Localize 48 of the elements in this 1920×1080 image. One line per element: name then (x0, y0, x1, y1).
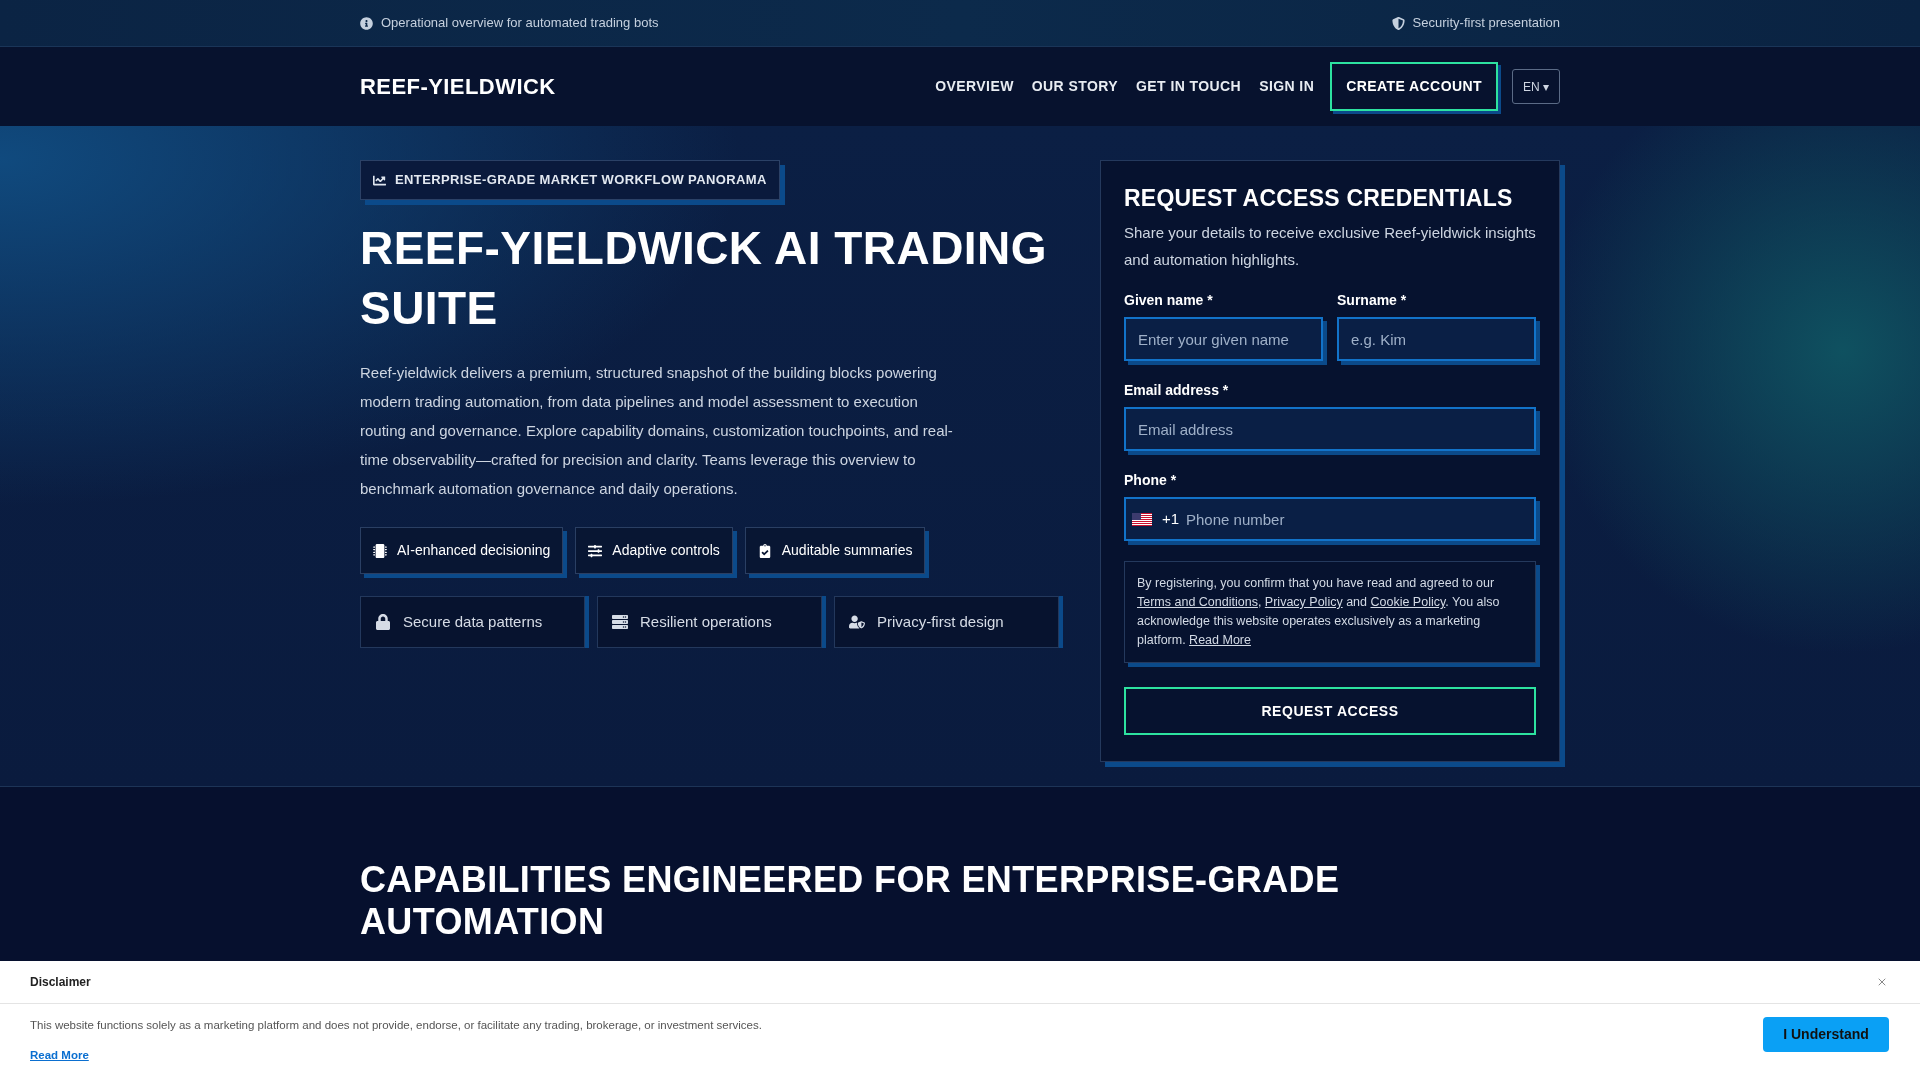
nav-link[interactable]: OUR STORY (1031, 76, 1119, 97)
language-button[interactable]: EN ▾ (1512, 69, 1560, 104)
form-title: REQUEST ACCESS CREDENTIALS (1124, 184, 1513, 213)
server-icon (612, 614, 628, 630)
disclaimer-title: Disclaimer (30, 974, 91, 991)
badge-text: ENTERPRISE-GRADE MARKET WORKFLOW PANORAMA (395, 171, 767, 190)
line-chart-icon (373, 173, 386, 187)
understand-button[interactable]: I Understand (1763, 1017, 1889, 1052)
policy-link[interactable]: Privacy Policy (1264, 595, 1343, 609)
country-code-button[interactable]: +1 (1132, 508, 1180, 530)
text-input[interactable]: e.g. Kim (1337, 317, 1536, 361)
nav-link[interactable]: SIGN IN (1259, 76, 1315, 97)
field-label: Email address * (1124, 381, 1229, 399)
read-more-link[interactable]: Read More (30, 1047, 89, 1065)
disclaimer-text: This website functions solely as a marketing platform and does not provide, endorse, or facilitate any trading, brokerage, or investment services. (30, 1018, 762, 1033)
cpu-chip-icon (373, 543, 387, 558)
user-shield-icon (849, 614, 865, 630)
feature-label: Adaptive controls (612, 541, 720, 560)
form-subtitle: Share your details to receive exclusive Reef-yieldwick insights and automation highlights. (1124, 223, 1536, 270)
request-access-button[interactable]: REQUEST ACCESS (1124, 687, 1536, 735)
security-text: Security-first presentation (1412, 14, 1560, 33)
nav-link[interactable]: OVERVIEW (935, 76, 1014, 97)
clipboard-check-icon (757, 543, 772, 558)
info-icon (360, 16, 373, 30)
field-label: Phone * (1124, 471, 1177, 489)
field-label: Surname * (1337, 291, 1407, 309)
assurance-label: Resilient operations (640, 611, 772, 632)
close-icon (1876, 976, 1888, 988)
policy-link[interactable]: Terms and Conditions (1137, 595, 1258, 609)
email-input[interactable]: Email address (1124, 407, 1536, 451)
feature-label: Auditable summaries (781, 541, 913, 560)
hero-title: REEF-YIELDWICK AI TRADING SUITE (360, 221, 1048, 336)
field-label: Given name * (1124, 291, 1213, 309)
hero-description: Reef-yieldwick delivers a premium, structured snapshot of the building blocks powering modern trading automation, from data pipelines and model assessment to execution routing and governance. Explore capability domains, customization touchpoints, and real-time observability—crafted for precision and clarity. Teams leverage this overview to benchmark automation governance and daily operations. (360, 363, 954, 499)
capabilities-heading: CAPABILITIES ENGINEERED FOR ENTERPRISE-GRADE AUTOMATION (360, 859, 1341, 943)
lock-icon (375, 614, 391, 630)
nav-link[interactable]: GET IN TOUCH (1136, 76, 1242, 97)
feature-label: AI-enhanced decisioning (397, 541, 551, 560)
assurance-label: Privacy-first design (877, 611, 1004, 632)
text-input[interactable]: Enter your given name (1124, 317, 1323, 361)
policy-link[interactable]: Read More (1189, 633, 1251, 647)
create-account-button[interactable]: CREATE ACCOUNT (1330, 62, 1498, 111)
assurance-label: Secure data patterns (403, 611, 543, 632)
site-logo[interactable]: REEF-YIELDWICK (360, 70, 556, 103)
tagline-text: Operational overview for automated trading bots (381, 14, 659, 33)
shield-icon (1391, 16, 1405, 30)
sliders-icon (588, 543, 603, 558)
consent-text: By registering, you confirm that you have read and agreed to our Terms and Conditions, Privacy Policy and Cookie Policy. You also acknowledge this website operates exclusively as a marketing platform. Read More (1137, 575, 1501, 649)
